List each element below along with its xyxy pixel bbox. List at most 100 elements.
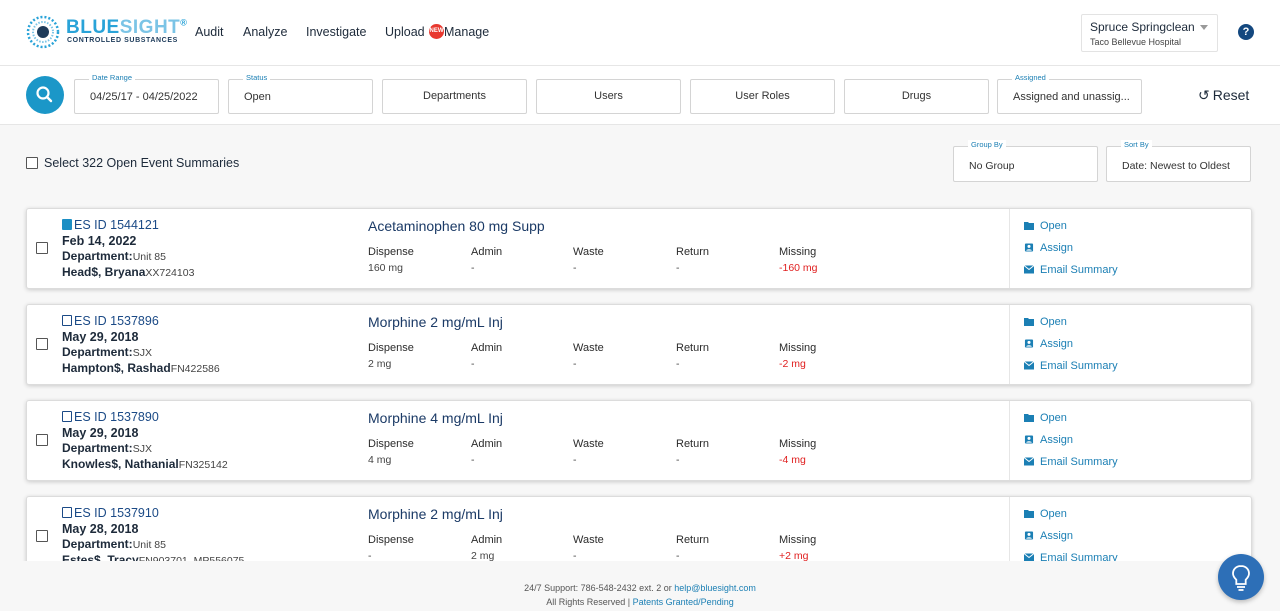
drug-name[interactable]: Morphine 2 mg/mL Inj — [368, 314, 503, 330]
return-value: - — [676, 358, 680, 370]
nav-audit[interactable]: Audit — [195, 25, 224, 39]
brand-tagline: CONTROLLED SUBSTANCES — [67, 37, 178, 44]
user-card-icon — [1024, 435, 1034, 444]
card-actions: Open Assign Email Summary — [1009, 209, 1252, 288]
email-summary-label: Email Summary — [1040, 360, 1118, 372]
col-waste-header: Waste — [573, 342, 604, 354]
department-label: Department: — [62, 537, 133, 551]
user-name: Hampton$, Rashad — [62, 361, 171, 375]
card-actions: Open Assign Email Summary — [1009, 305, 1252, 384]
ideas-button[interactable] — [1218, 554, 1264, 600]
missing-value: -160 mg — [779, 262, 818, 274]
event-summary-card: ES ID 1537896 May 29, 2018 Department:SJ… — [26, 304, 1252, 385]
missing-value: -4 mg — [779, 454, 806, 466]
patents-link[interactable]: Patents Granted/Pending — [633, 597, 734, 607]
col-missing-header: Missing — [779, 438, 817, 450]
assigned-filter[interactable]: Assigned Assigned and unassig... — [997, 73, 1142, 114]
help-icon[interactable]: ? — [1238, 24, 1254, 40]
row-checkbox[interactable] — [36, 530, 48, 542]
search-button[interactable] — [26, 76, 64, 114]
col-dispense-header: Dispense — [368, 342, 414, 354]
dispense-value: 4 mg — [368, 454, 392, 466]
nav-manage[interactable]: Manage — [444, 25, 489, 39]
rights-line: All Rights Reserved | Patents Granted/Pe… — [0, 597, 1280, 607]
drug-name[interactable]: Acetaminophen 80 mg Supp — [368, 218, 545, 234]
filter-bar: Date Range 04/25/17 - 04/25/2022 Status … — [0, 66, 1280, 125]
department-label: Department: — [62, 249, 133, 263]
document-icon — [62, 315, 72, 326]
row-checkbox[interactable] — [36, 338, 48, 350]
document-icon — [62, 219, 72, 230]
select-all-checkbox[interactable]: Select 322 Open Event Summaries — [26, 156, 239, 170]
es-id-text: ES ID 1537896 — [74, 314, 159, 328]
envelope-icon — [1024, 457, 1034, 466]
users-filter[interactable]: Users — [536, 79, 681, 114]
assign-action[interactable]: Assign — [1024, 530, 1073, 542]
es-id-link[interactable]: ES ID 1537890 — [62, 410, 159, 424]
support-email-link[interactable]: help@bluesight.com — [674, 583, 756, 593]
nav-upload[interactable]: Upload — [385, 25, 425, 39]
assign-action[interactable]: Assign — [1024, 434, 1073, 446]
nav-analyze[interactable]: Analyze — [243, 25, 287, 39]
group-by-select[interactable]: Group By No Group — [953, 140, 1098, 182]
open-action[interactable]: Open — [1024, 508, 1067, 520]
row-checkbox[interactable] — [36, 434, 48, 446]
rights-text: All Rights Reserved | — [546, 597, 633, 607]
open-action[interactable]: Open — [1024, 412, 1067, 424]
assign-label: Assign — [1040, 242, 1074, 254]
folder-open-icon — [1024, 222, 1034, 230]
departments-filter[interactable]: Departments — [382, 79, 527, 114]
es-id-link[interactable]: ES ID 1544121 — [62, 218, 159, 232]
drug-name[interactable]: Morphine 4 mg/mL Inj — [368, 410, 503, 426]
return-value: - — [676, 262, 680, 274]
assigned-label: Assigned — [1012, 73, 1049, 82]
open-label: Open — [1040, 220, 1067, 232]
dispense-value: 2 mg — [368, 358, 392, 370]
drugs-filter[interactable]: Drugs — [844, 79, 989, 114]
bluesight-logo[interactable]: BLUESIGHT® CONTROLLED SUBSTANCES — [26, 15, 187, 51]
reset-button[interactable]: ↺ Reset — [1198, 87, 1249, 104]
date-range-filter[interactable]: Date Range 04/25/17 - 04/25/2022 — [74, 73, 219, 114]
facility-selector[interactable]: Spruce Springclean Taco Bellevue Hospita… — [1081, 14, 1218, 52]
nav-investigate[interactable]: Investigate — [306, 25, 366, 39]
email-summary-label: Email Summary — [1040, 264, 1118, 276]
assign-action[interactable]: Assign — [1024, 338, 1073, 350]
drugs-placeholder: Drugs — [901, 90, 932, 102]
es-id-link[interactable]: ES ID 1537896 — [62, 314, 159, 328]
return-value: - — [676, 454, 680, 466]
col-missing-header: Missing — [779, 534, 817, 546]
drug-name[interactable]: Morphine 2 mg/mL Inj — [368, 506, 503, 522]
col-admin-header: Admin — [471, 246, 503, 258]
col-return-header: Return — [676, 246, 710, 258]
email-summary-action[interactable]: Email Summary — [1024, 456, 1118, 468]
open-label: Open — [1040, 508, 1067, 520]
date-range-value: 04/25/17 - 04/25/2022 — [90, 91, 198, 103]
es-id-text: ES ID 1537910 — [74, 506, 159, 520]
document-icon — [62, 411, 72, 422]
waste-value: - — [573, 358, 577, 370]
es-id-link[interactable]: ES ID 1537910 — [62, 506, 159, 520]
admin-value: - — [471, 358, 475, 370]
col-admin-header: Admin — [471, 534, 503, 546]
reset-label: Reset — [1212, 87, 1250, 103]
search-icon — [36, 86, 53, 103]
email-summary-action[interactable]: Email Summary — [1024, 264, 1118, 276]
open-action[interactable]: Open — [1024, 220, 1067, 232]
support-text: 24/7 Support: 786-548-2432 ext. 2 or — [524, 583, 675, 593]
chevron-down-icon — [1200, 25, 1208, 30]
brand-name-part-2: SIGHT — [119, 17, 181, 38]
assign-action[interactable]: Assign — [1024, 242, 1073, 254]
user-roles-filter[interactable]: User Roles — [690, 79, 835, 114]
department-value: Unit 85 — [132, 539, 166, 551]
open-action[interactable]: Open — [1024, 316, 1067, 328]
event-date: May 28, 2018 — [62, 522, 139, 536]
es-id-text: ES ID 1544121 — [74, 218, 159, 232]
col-dispense-header: Dispense — [368, 438, 414, 450]
department-line: Department:Unit 85 — [62, 537, 166, 551]
email-summary-action[interactable]: Email Summary — [1024, 360, 1118, 372]
status-filter[interactable]: Status Open — [228, 73, 373, 114]
row-checkbox[interactable] — [36, 242, 48, 254]
department-label: Department: — [62, 345, 133, 359]
sort-by-select[interactable]: Sort By Date: Newest to Oldest — [1106, 140, 1251, 182]
user-id: FN422586 — [170, 363, 220, 375]
